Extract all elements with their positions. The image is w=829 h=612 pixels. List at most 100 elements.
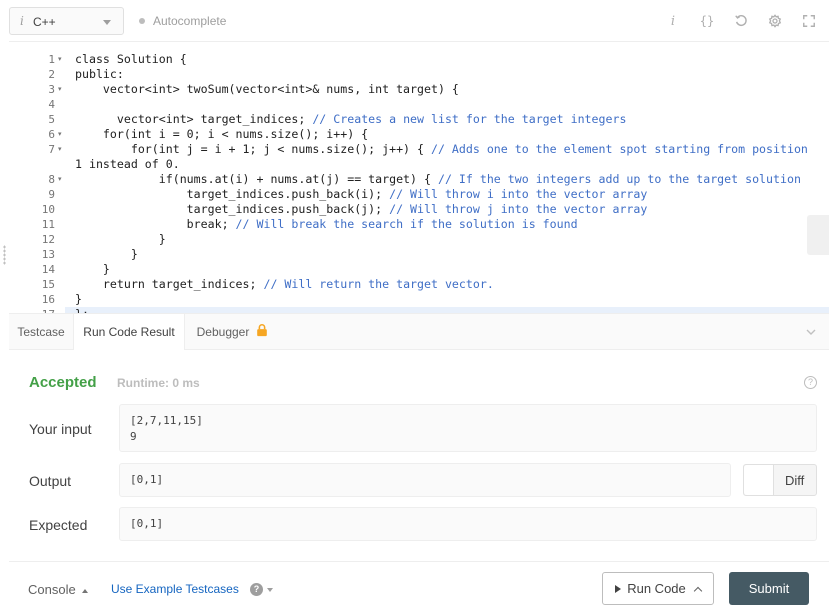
diff-toggle[interactable]: Diff	[743, 464, 817, 496]
code-comment: // Creates a new list for the target int…	[312, 112, 627, 126]
fold-arrow-icon[interactable]: ▾	[58, 82, 64, 97]
code-line: }	[75, 292, 82, 307]
question-icon: ?	[250, 583, 263, 596]
line-number: 15	[41, 278, 55, 291]
autocomplete-status-dot	[139, 18, 145, 24]
code-text: class Solution {	[75, 52, 187, 66]
line-number: 6	[48, 128, 55, 141]
braces-icon[interactable]: {}	[697, 11, 717, 31]
line-number: 7	[48, 143, 55, 156]
line-number: 11	[41, 218, 55, 231]
autocomplete-label: Autocomplete	[153, 14, 227, 28]
line-number: 5	[48, 113, 55, 126]
code-line: break; // Will break the search if the s…	[75, 217, 578, 232]
collapse-chevron-icon[interactable]	[805, 326, 817, 338]
code-comment: // Adds one to the element spot starting…	[430, 142, 808, 156]
code-line: vector<int> twoSum(vector<int>& nums, in…	[75, 82, 459, 97]
footer-bar: Console Use Example Testcases ? Run Code…	[0, 562, 829, 612]
chevron-down-icon	[267, 587, 273, 592]
run-code-button[interactable]: Run Code	[602, 572, 714, 605]
code-line: target_indices.push_back(i); // Will thr…	[75, 187, 648, 202]
tab-testcase[interactable]: Testcase	[9, 314, 73, 350]
settings-icon[interactable]	[765, 11, 785, 31]
language-select[interactable]: i C++	[9, 7, 124, 35]
line-number: 8	[48, 173, 55, 186]
language-info-icon: i	[20, 14, 24, 28]
line-number-gutter: 1▾23▾456▾7▾8▾91011121314151617	[9, 42, 65, 313]
runtime-text: Runtime: 0 ms	[117, 376, 200, 390]
code-line: 1 instead of 0.	[75, 157, 180, 172]
code-text: for(int i = 0; i < nums.size(); i++) {	[75, 127, 369, 141]
line-number: 3	[48, 83, 55, 96]
use-example-testcases-link[interactable]: Use Example Testcases	[111, 582, 239, 596]
code-text: if(nums.at(i) + nums.at(j) == target) {	[75, 172, 438, 186]
submit-button[interactable]: Submit	[729, 572, 809, 605]
line-number: 1	[48, 53, 55, 66]
your-input-label: Your input	[29, 421, 92, 437]
code-text: vector<int> target_indices;	[75, 112, 313, 126]
fold-arrow-icon[interactable]: ▾	[58, 127, 64, 142]
output-value: [0,1]	[130, 473, 164, 486]
line-number: 4	[48, 98, 55, 111]
run-code-result-panel: Accepted Runtime: 0 ms ? Your input [2,7…	[9, 350, 829, 562]
code-text: for(int j = i + 1; j < nums.size(); j++)…	[75, 142, 431, 156]
code-text: }	[75, 262, 110, 276]
reset-icon[interactable]	[731, 11, 751, 31]
autocomplete-toggle[interactable]: Autocomplete	[139, 14, 226, 28]
chevron-down-icon	[103, 20, 111, 25]
code-comment: // Will throw j into the vector array	[389, 202, 648, 216]
output-box: [0,1]	[119, 463, 731, 497]
console-label: Console	[28, 582, 76, 597]
code-text: }	[75, 232, 166, 246]
chevron-up-icon	[693, 586, 703, 595]
diff-label: Diff	[785, 473, 805, 488]
help-dropdown[interactable]: ?	[250, 583, 273, 596]
code-content[interactable]: class Solution {public: vector<int> twoS…	[75, 42, 829, 313]
code-text: }	[75, 292, 82, 306]
code-comment: // Will throw i into the vector array	[389, 187, 648, 201]
your-input-box: [2,7,11,15] 9	[119, 404, 817, 452]
code-comment: // Will return the target vector.	[263, 277, 494, 291]
code-line: class Solution {	[75, 52, 187, 67]
code-text: break;	[75, 217, 236, 231]
line-number: 16	[41, 293, 55, 306]
editor-scroll-handle[interactable]	[807, 215, 829, 255]
your-input-line: 9	[130, 430, 137, 443]
fold-arrow-icon[interactable]: ▾	[58, 172, 64, 187]
line-number: 13	[41, 248, 55, 261]
help-icon[interactable]: ?	[804, 376, 817, 389]
code-line: vector<int> target_indices; // Creates a…	[75, 112, 627, 127]
language-select-value: C++	[33, 15, 56, 29]
tab-debugger[interactable]: Debugger	[185, 314, 281, 350]
code-text: return target_indices;	[75, 277, 264, 291]
fullscreen-icon[interactable]	[799, 11, 819, 31]
code-text: 1 instead of 0.	[75, 157, 180, 171]
editor-toolbar: i C++ Autocomplete i {}	[0, 0, 829, 42]
status-accepted: Accepted	[29, 374, 97, 391]
info-icon[interactable]: i	[663, 11, 683, 31]
lock-icon	[255, 315, 269, 351]
play-icon	[615, 584, 622, 593]
code-line: public:	[75, 67, 124, 82]
expected-value: [0,1]	[130, 517, 164, 530]
code-line: }	[75, 262, 110, 277]
expected-label: Expected	[29, 517, 88, 533]
fold-arrow-icon[interactable]: ▾	[58, 142, 64, 157]
code-comment: // If the two integers add up to the tar…	[437, 172, 801, 186]
fold-arrow-icon[interactable]: ▾	[58, 52, 64, 67]
expected-box: [0,1]	[119, 507, 817, 541]
console-button[interactable]: Console	[28, 582, 88, 597]
code-editor[interactable]: 1▾23▾456▾7▾8▾91011121314151617 class Sol…	[9, 41, 829, 313]
chevron-up-icon	[81, 588, 88, 593]
line-number: 12	[41, 233, 55, 246]
code-line: }	[75, 247, 138, 262]
code-text: vector<int> twoSum(vector<int>& nums, in…	[75, 82, 459, 96]
run-code-label: Run Code	[627, 581, 686, 596]
tab-run-code-result[interactable]: Run Code Result	[73, 314, 185, 350]
code-line: for(int j = i + 1; j < nums.size(); j++)…	[75, 142, 808, 157]
line-number: 14	[41, 263, 55, 276]
resize-handle[interactable]	[3, 245, 6, 265]
code-text: public:	[75, 67, 124, 81]
toolbar-icon-group: i {}	[663, 11, 819, 31]
diff-toggle-knob	[744, 465, 774, 495]
